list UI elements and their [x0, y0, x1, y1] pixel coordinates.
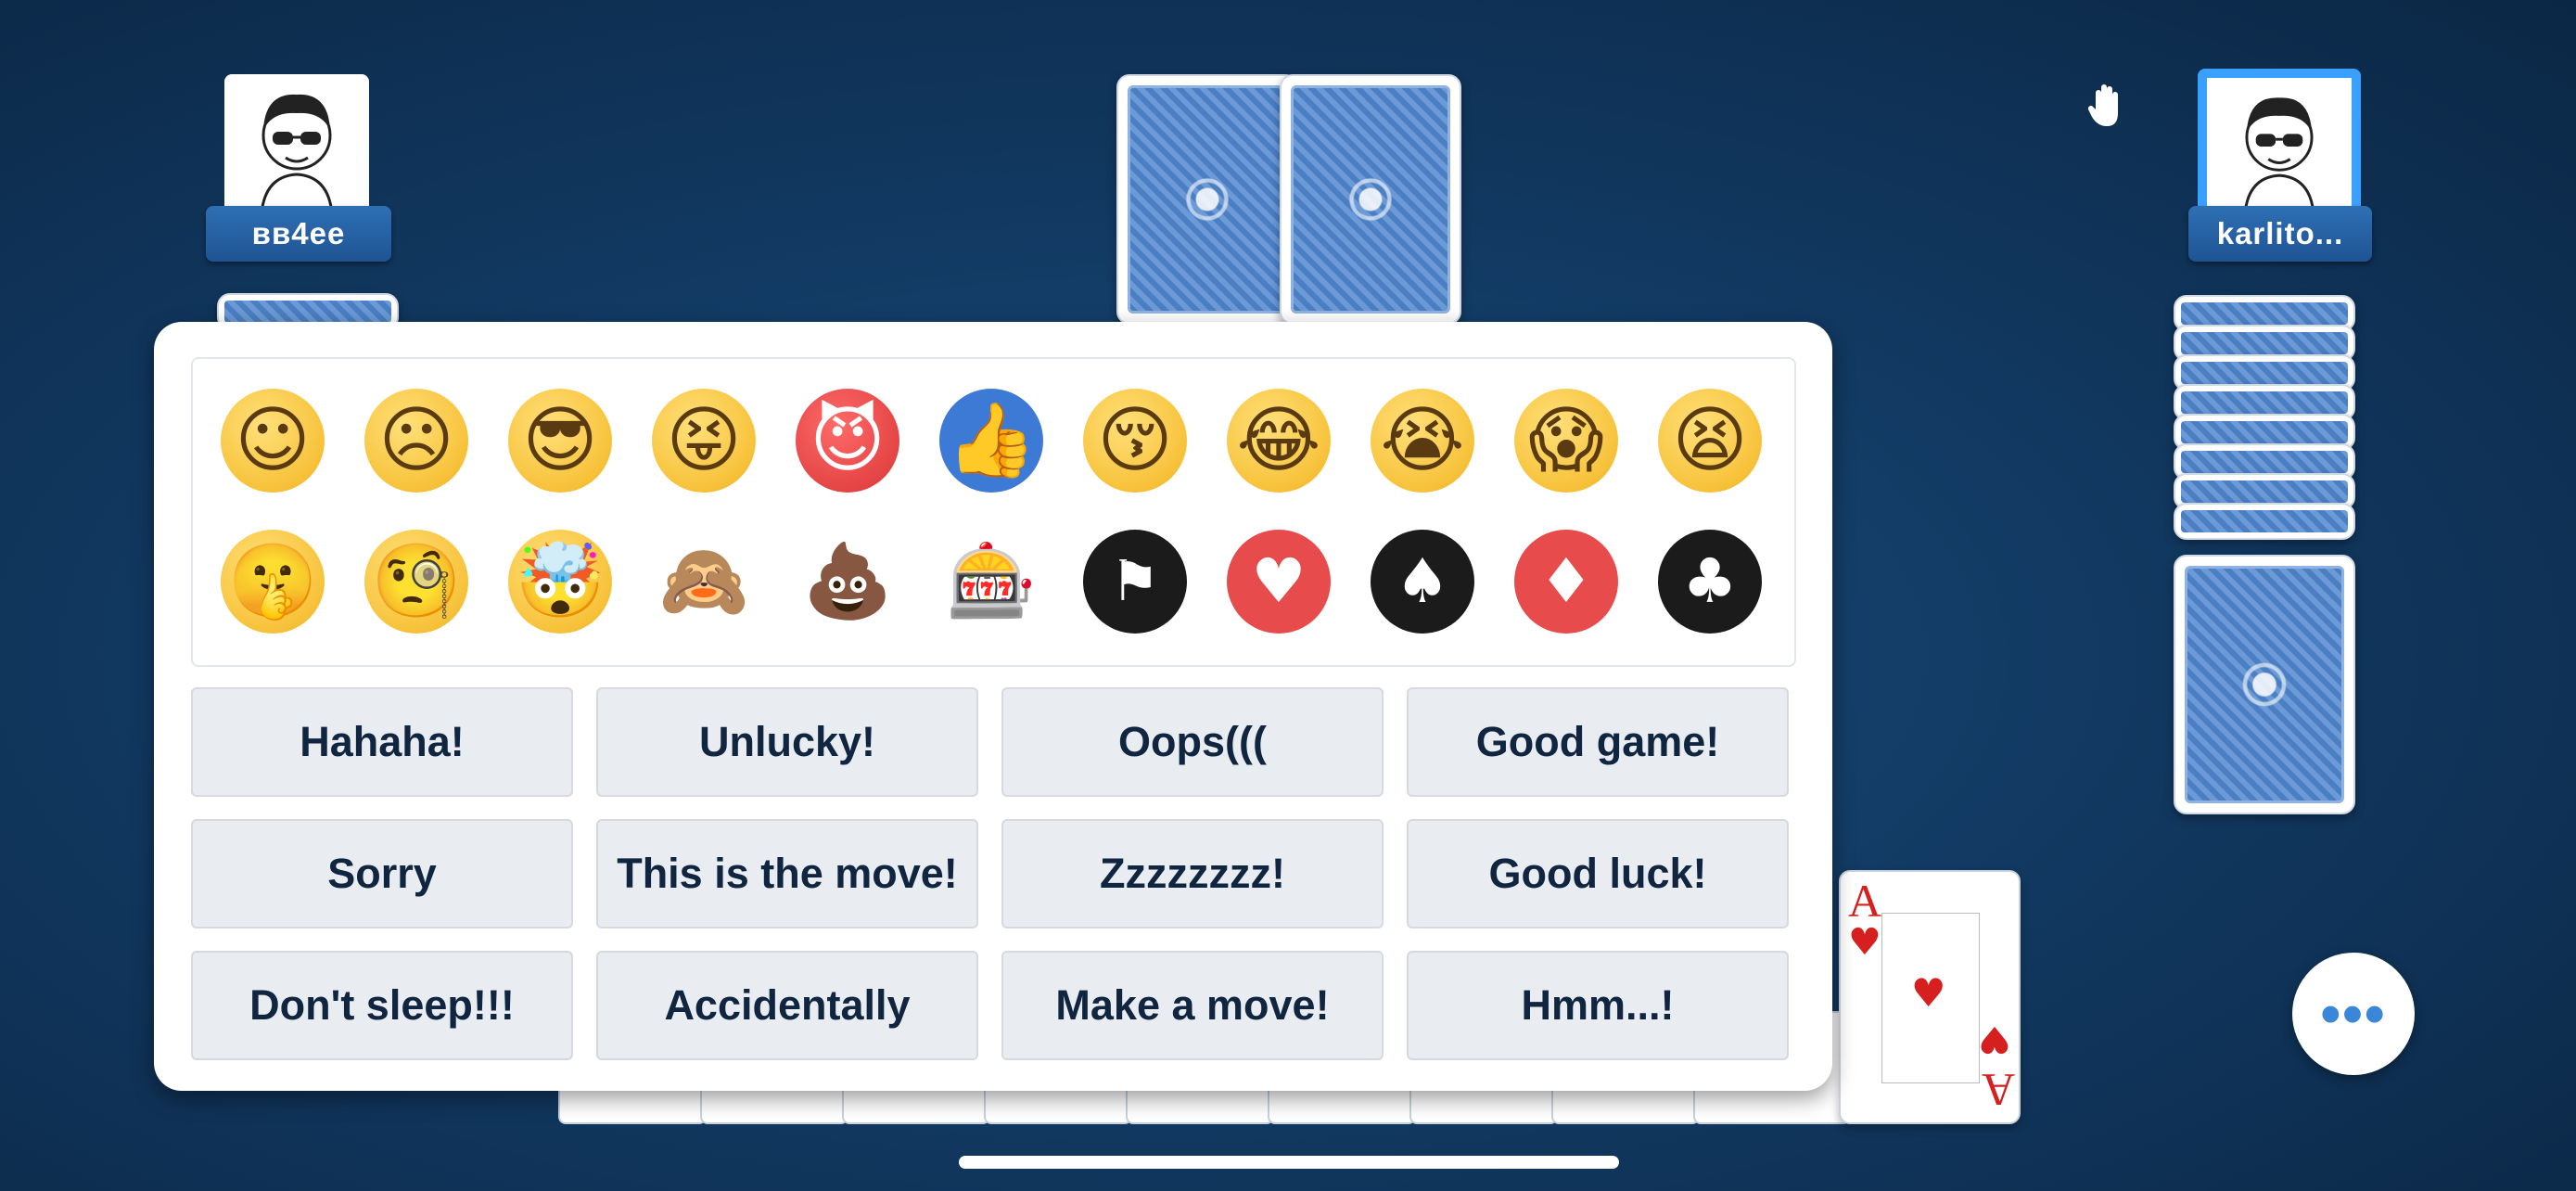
player-left-avatar[interactable]: [224, 74, 369, 213]
more-options-button[interactable]: •••: [2292, 953, 2415, 1075]
player-left-name: вв4ee: [206, 206, 391, 262]
card-suit-bottom: ♥: [1978, 1018, 2011, 1060]
player-right-avatar[interactable]: [2198, 69, 2361, 213]
shushing-emoji[interactable]: 🤫: [221, 530, 325, 634]
monocle-emoji[interactable]: 🧐: [364, 530, 468, 634]
slot-machine-emoji[interactable]: 🎰: [939, 530, 1043, 634]
weary-emoji[interactable]: 😫: [1658, 389, 1762, 493]
tongue-out-emoji[interactable]: 😝: [652, 389, 756, 493]
heart-suit-icon[interactable]: ♥: [1227, 530, 1331, 634]
emoji-grid: ☺ ☹ 😎 😝 😈 👍 😚 😂 😭 😱 😫 🤫 🧐 🤯 🙈 💩 🎰 ⚑ ♥ ♠ …: [191, 357, 1796, 667]
message-button[interactable]: Make a move!: [1001, 951, 1384, 1060]
devil-emoji[interactable]: 😈: [796, 389, 899, 493]
sunglasses-emoji[interactable]: 😎: [508, 389, 612, 493]
opponent-card-back: [1280, 74, 1461, 325]
card-suit-center: ♥: [1911, 970, 1946, 1016]
chat-panel: ☺ ☹ 😎 😝 😈 👍 😚 😂 😭 😱 😫 🤫 🧐 🤯 🙈 💩 🎰 ⚑ ♥ ♠ …: [154, 322, 1832, 1091]
ace-of-hearts-card[interactable]: A ♥ ♥ ♥ A: [1839, 870, 2021, 1124]
shocked-emoji[interactable]: 😱: [1514, 389, 1618, 493]
player-right-avatar-icon: [2243, 97, 2315, 213]
see-no-evil-monkey-emoji[interactable]: 🙈: [652, 530, 756, 634]
exploding-head-emoji[interactable]: 🤯: [508, 530, 612, 634]
diamond-suit-icon[interactable]: ♦: [1514, 530, 1618, 634]
card-rank-top: A: [1848, 875, 1882, 927]
spade-suit-icon[interactable]: ♠: [1371, 530, 1474, 634]
crying-emoji[interactable]: 😭: [1371, 389, 1474, 493]
message-button[interactable]: Don't sleep!!!: [191, 951, 573, 1060]
home-indicator: [959, 1156, 1619, 1169]
message-button[interactable]: Good game!: [1407, 687, 1789, 797]
kissing-emoji[interactable]: 😚: [1083, 389, 1187, 493]
message-button[interactable]: This is the move!: [596, 819, 978, 928]
message-button[interactable]: Oops(((: [1001, 687, 1384, 797]
player-left-avatar-icon: [260, 94, 334, 213]
raise-hand-icon[interactable]: [2086, 82, 2127, 130]
thumbs-up-emoji[interactable]: 👍: [939, 389, 1043, 493]
poop-emoji[interactable]: 💩: [796, 530, 899, 634]
message-button[interactable]: Zzzzzzzz!: [1001, 819, 1384, 928]
more-dots-icon: •••: [2320, 981, 2387, 1046]
message-button[interactable]: Good luck!: [1407, 819, 1789, 928]
message-button[interactable]: Accidentally: [596, 951, 978, 1060]
message-button[interactable]: Hahaha!: [191, 687, 573, 797]
sad-face-emoji[interactable]: ☹: [364, 389, 468, 493]
laughing-tears-emoji[interactable]: 😂: [1227, 389, 1331, 493]
opponent-card-back: [1116, 74, 1298, 325]
message-button[interactable]: Sorry: [191, 819, 573, 928]
message-button[interactable]: Unlucky!: [596, 687, 978, 797]
card-suit-top: ♥: [1848, 921, 1881, 964]
club-suit-icon[interactable]: ♣: [1658, 530, 1762, 634]
message-button[interactable]: Hmm...!: [1407, 951, 1789, 1060]
card-rank-bottom: A: [1982, 1064, 2016, 1116]
white-flag-icon[interactable]: ⚑: [1083, 530, 1187, 634]
player-right-name: karlito...: [2188, 206, 2372, 262]
smiling-face-emoji[interactable]: ☺: [221, 389, 325, 493]
